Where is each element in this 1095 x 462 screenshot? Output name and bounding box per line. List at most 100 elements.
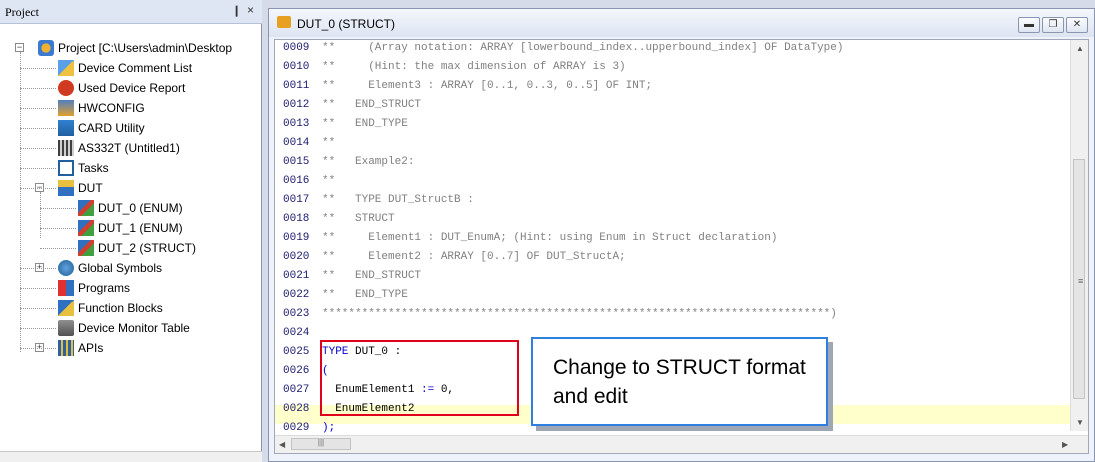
comment-token: ** Example2: <box>322 156 415 168</box>
restore-button[interactable]: ❐ <box>1042 17 1064 33</box>
line-number: 0026 <box>283 365 310 377</box>
tasks-icon <box>58 160 74 176</box>
comment-token: ** Element2 : ARRAY [0..7] OF DUT_Struct… <box>322 251 626 263</box>
tree-item[interactable]: APIs <box>58 338 103 358</box>
tree-item[interactable]: Project [C:\Users\admin\Desktop <box>38 38 232 58</box>
code-line[interactable]: 0019 ** Element1 : DUT_EnumA; (Hint: usin… <box>275 229 1072 248</box>
comment-token: ** <box>322 137 336 149</box>
pin-icon[interactable]: ❙ <box>232 4 241 17</box>
tree-connector <box>20 88 56 89</box>
collapse-toggle-icon[interactable]: − <box>15 43 24 52</box>
line-number: 0009 <box>283 42 310 54</box>
tree-item[interactable]: Used Device Report <box>58 78 185 98</box>
code-text: ** END_TYPE <box>322 286 408 305</box>
line-number: 0010 <box>283 61 310 73</box>
code-line[interactable]: 0009 ** (Array notation: ARRAY [lowerboun… <box>275 40 1072 58</box>
tree-item-label: AS332T (Untitled1) <box>78 141 180 155</box>
dut-item-icon <box>78 220 94 236</box>
tree-item-label: DUT_1 (ENUM) <box>98 221 183 235</box>
code-line[interactable]: 0014 ** <box>275 134 1072 153</box>
code-line[interactable]: 0015 ** Example2: <box>275 153 1072 172</box>
horizontal-scrollbar[interactable]: ◀ ||| ▶ <box>275 435 1088 453</box>
code-line[interactable]: 0020 ** Element2 : ARRAY [0..7] OF DUT_St… <box>275 248 1072 267</box>
tree-item[interactable]: DUT_1 (ENUM) <box>78 218 183 238</box>
code-text: ** (Hint: the max dimension of ARRAY is … <box>322 58 626 77</box>
tree-connector <box>20 52 21 352</box>
globe-icon <box>58 260 74 276</box>
tree-item[interactable]: Tasks <box>58 158 109 178</box>
close-icon[interactable]: × <box>247 3 254 17</box>
project-pane-title: Project <box>5 5 39 19</box>
tree-item[interactable]: Function Blocks <box>58 298 163 318</box>
code-line[interactable]: 0017 ** TYPE DUT_StructB : <box>275 191 1072 210</box>
dut-item-icon <box>78 200 94 216</box>
function-blocks-icon <box>58 300 74 316</box>
tree-item[interactable]: DUT_2 (STRUCT) <box>78 238 196 258</box>
comment-token: ** (Array notation: ARRAY [lowerbound_in… <box>322 42 844 54</box>
code-text: ** Example2: <box>322 153 414 172</box>
line-number: 0022 <box>283 289 310 301</box>
tree-item-label: Device Monitor Table <box>78 321 190 335</box>
keyword-token: ); <box>322 422 336 434</box>
code-line[interactable]: 0013 ** END_TYPE <box>275 115 1072 134</box>
comment-token: ****************************************… <box>322 308 837 320</box>
code-line[interactable]: 0018 ** STRUCT <box>275 210 1072 229</box>
comment-token: ** END_STRUCT <box>322 99 422 111</box>
tree-connector <box>40 208 76 209</box>
highlight-box <box>320 340 519 416</box>
editor-titlebar: DUT_0 (STRUCT) ▬ ❐ ✕ <box>269 9 1094 37</box>
tree-connector <box>20 308 56 309</box>
callout-text: Change to STRUCT format and edit <box>553 356 806 408</box>
line-number: 0015 <box>283 156 310 168</box>
dut-item-icon <box>78 240 94 256</box>
tree-item[interactable]: DUT <box>58 178 103 198</box>
project-pane-header: Project ❙ × <box>0 0 262 24</box>
tree-item-label: Used Device Report <box>78 81 186 95</box>
project-pane: Project ❙ × − Project [C:\Users\admin\Des… <box>0 0 262 462</box>
code-line[interactable]: 0011 ** Element3 : ARRAY [0..1, 0..3, 0..… <box>275 77 1072 96</box>
line-number: 0023 <box>283 308 310 320</box>
tree-item[interactable]: AS332T (Untitled1) <box>58 138 180 158</box>
comment-pencil-icon <box>58 60 74 76</box>
tree-item[interactable]: Programs <box>58 278 130 298</box>
tree-connector <box>40 248 76 249</box>
code-line[interactable]: 0010 ** (Hint: the max dimension of ARRAY… <box>275 58 1072 77</box>
line-number: 0021 <box>283 270 310 282</box>
tree-item[interactable]: Device Comment List <box>58 58 192 78</box>
code-line[interactable]: 0022 ** END_TYPE <box>275 286 1072 305</box>
comment-token: ** Element3 : ARRAY [0..1, 0..3, 0..5] O… <box>322 80 653 92</box>
tree-item[interactable]: CARD Utility <box>58 118 145 138</box>
code-line[interactable]: 0016 ** <box>275 172 1072 191</box>
tree-item[interactable]: Global Symbols <box>58 258 162 278</box>
comment-token: ** (Hint: the max dimension of ARRAY is … <box>322 61 626 73</box>
code-text: ** <box>322 134 335 153</box>
close-window-button[interactable]: ✕ <box>1066 17 1088 33</box>
scroll-left-arrow-icon[interactable]: ◀ <box>279 440 285 449</box>
horizontal-scroll-thumb[interactable]: ||| <box>291 438 351 450</box>
tree-connector <box>20 328 56 329</box>
tree-item-label: Device Comment List <box>78 61 193 75</box>
code-text: ** (Array notation: ARRAY [lowerbound_in… <box>322 40 844 58</box>
tree-connector <box>20 348 56 349</box>
apis-icon <box>58 340 74 356</box>
comment-token: ** Element1 : DUT_EnumA; (Hint: using En… <box>322 232 778 244</box>
line-number: 0013 <box>283 118 310 130</box>
vertical-scrollbar[interactable]: ▲ ≡ ▼ <box>1070 40 1088 431</box>
tree-item[interactable]: DUT_0 (ENUM) <box>78 198 183 218</box>
code-line[interactable]: 0012 ** END_STRUCT <box>275 96 1072 115</box>
code-line[interactable]: 0023 ************************************… <box>275 305 1072 324</box>
tree-item[interactable]: Device Monitor Table <box>58 318 190 338</box>
code-line[interactable]: 0021 ** END_STRUCT <box>275 267 1072 286</box>
vertical-scroll-thumb[interactable]: ≡ <box>1073 159 1085 399</box>
tree-connector <box>20 68 56 69</box>
minimize-button[interactable]: ▬ <box>1018 17 1040 33</box>
programs-icon <box>58 280 74 296</box>
tree-item-label: CARD Utility <box>78 121 145 135</box>
tree-item[interactable]: HWCONFIG <box>58 98 145 118</box>
scroll-right-arrow-icon[interactable]: ▶ <box>1062 440 1068 449</box>
line-number: 0025 <box>283 346 310 358</box>
scroll-up-arrow-icon[interactable]: ▲ <box>1076 44 1084 53</box>
line-number: 0011 <box>283 80 310 92</box>
tree-item-label: DUT <box>78 181 103 195</box>
scroll-down-arrow-icon[interactable]: ▼ <box>1076 418 1084 427</box>
